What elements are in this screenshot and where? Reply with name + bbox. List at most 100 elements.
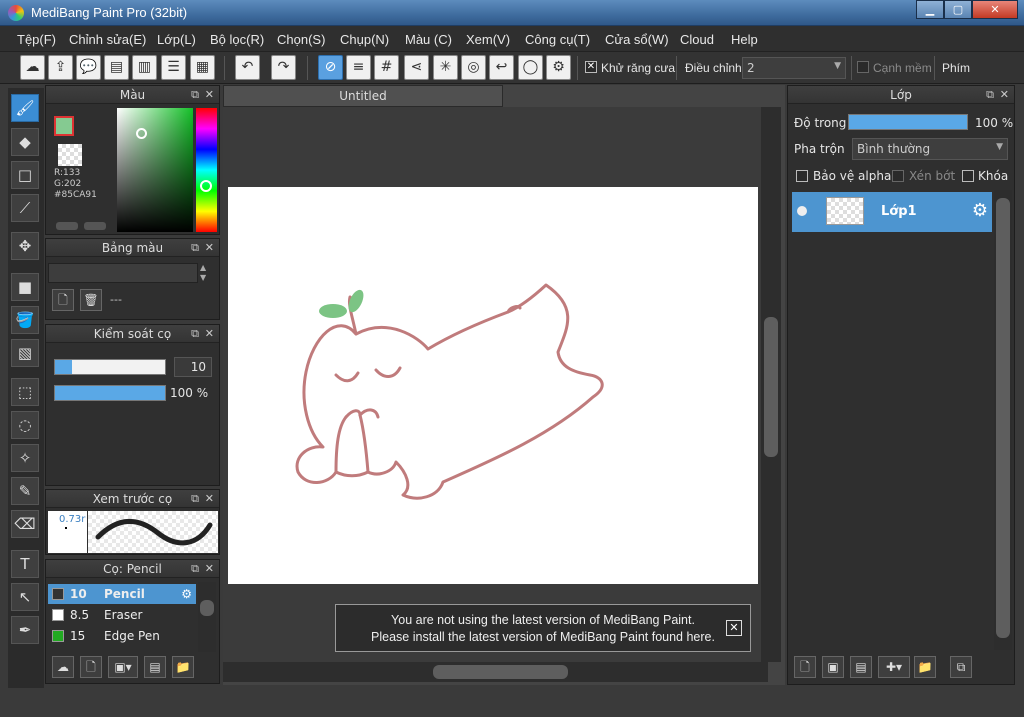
select-pen-tool-icon[interactable]: ✎ xyxy=(11,477,39,505)
delete-palette-icon[interactable]: 🗑 xyxy=(80,289,102,311)
eye-icon[interactable] xyxy=(797,206,807,216)
brush-opacity-slider[interactable] xyxy=(54,385,166,401)
protect-alpha-checkbox[interactable] xyxy=(796,170,808,182)
comment-icon[interactable]: ▤ xyxy=(104,55,129,80)
new-layer-icon[interactable]: 🗋 xyxy=(794,656,816,678)
cloud-brush-icon[interactable]: ☁ xyxy=(52,656,74,678)
menu-file[interactable]: Tệp(F) xyxy=(17,32,56,47)
gear-icon[interactable]: ⚙ xyxy=(181,584,192,604)
maximize-button[interactable]: ▢ xyxy=(944,0,972,19)
brush-tool-icon[interactable]: 🖌 xyxy=(11,94,39,122)
document-icon[interactable]: ▥ xyxy=(132,55,157,80)
rectangle-tool-icon[interactable]: □ xyxy=(11,161,39,189)
blend-mode-dropdown[interactable]: Bình thường ▼ xyxy=(852,138,1008,160)
new-palette-icon[interactable]: 🗋 xyxy=(52,289,74,311)
menu-edit[interactable]: Chỉnh sửa(E) xyxy=(69,32,146,47)
redo-icon[interactable]: ↷ xyxy=(271,55,296,80)
close-window-button[interactable]: ✕ xyxy=(972,0,1018,19)
add-layer-dropdown-icon[interactable]: ✚▾ xyxy=(878,656,910,678)
transparent-color-swatch[interactable] xyxy=(58,144,82,166)
saturation-value-picker[interactable] xyxy=(117,108,193,232)
update-notice[interactable]: You are not using the latest version of … xyxy=(335,604,751,652)
add-brush-dropdown-icon[interactable]: ▣▾ xyxy=(108,656,138,678)
document-viewport[interactable]: You are not using the latest version of … xyxy=(223,107,768,672)
folder-icon[interactable]: 📁 xyxy=(172,656,194,678)
color-option-button[interactable] xyxy=(84,222,106,230)
brush-settings-icon[interactable]: ▤ xyxy=(144,656,166,678)
foreground-color-swatch[interactable] xyxy=(54,116,74,136)
radial-snap-icon[interactable]: ✳ xyxy=(433,55,458,80)
close-notice-icon[interactable]: ✕ xyxy=(726,620,742,636)
fill-shape-tool-icon[interactable]: ■ xyxy=(11,273,39,301)
select-eraser-tool-icon[interactable]: ⌫ xyxy=(11,510,39,538)
lasso-tool-icon[interactable]: ◌ xyxy=(11,411,39,439)
parallel-snap-icon[interactable]: ≡ xyxy=(346,55,371,80)
grid-panel-icon[interactable]: ▦ xyxy=(190,55,215,80)
menu-filter[interactable]: Bộ lọc(R) xyxy=(210,32,264,47)
color-picker-cursor[interactable] xyxy=(136,128,147,139)
undo-icon[interactable]: ↶ xyxy=(235,55,260,80)
menu-view[interactable]: Xem(V) xyxy=(466,32,510,47)
brush-item-edge-pen[interactable]: 15 Edge Pen xyxy=(48,626,196,646)
menu-snap[interactable]: Chụp(N) xyxy=(340,32,389,47)
popout-icon[interactable]: ⧉ xyxy=(191,86,199,104)
menu-help[interactable]: Help xyxy=(731,32,758,47)
adjust-dropdown[interactable]: 2 ▼ xyxy=(742,57,846,79)
menu-tools[interactable]: Công cụ(T) xyxy=(525,32,590,47)
bucket-tool-icon[interactable]: 🪣 xyxy=(11,306,39,334)
popout-icon[interactable]: ⧉ xyxy=(191,239,199,257)
eraser-tool-icon[interactable]: ◆ xyxy=(11,128,39,156)
magic-wand-tool-icon[interactable]: ✧ xyxy=(11,444,39,472)
hue-slider[interactable] xyxy=(196,108,217,232)
popout-icon[interactable]: ⧉ xyxy=(191,490,199,508)
cloud-icon[interactable]: ☁ xyxy=(20,55,45,80)
text-tool-icon[interactable]: T xyxy=(11,550,39,578)
menu-layer[interactable]: Lớp(L) xyxy=(157,32,196,47)
palette-spinner[interactable]: ▲ ▼ xyxy=(200,263,206,283)
brush-size-input[interactable]: 10 xyxy=(174,357,212,377)
close-icon[interactable]: ✕ xyxy=(205,325,214,343)
minimize-button[interactable]: ▁ xyxy=(916,0,944,19)
lock-checkbox[interactable] xyxy=(962,170,974,182)
folder-icon[interactable]: 📁 xyxy=(914,656,936,678)
brush-size-slider[interactable] xyxy=(54,359,166,375)
drawing-canvas[interactable] xyxy=(228,187,758,584)
ellipse-snap-icon[interactable]: ◯ xyxy=(518,55,543,80)
new-color-layer-icon[interactable]: ▣ xyxy=(822,656,844,678)
new-halftone-layer-icon[interactable]: ▤ xyxy=(850,656,872,678)
upload-icon[interactable]: ⇪ xyxy=(48,55,73,80)
eyedropper-tool-icon[interactable]: ✒ xyxy=(11,616,39,644)
close-icon[interactable]: ✕ xyxy=(1000,86,1009,104)
palette-selector[interactable] xyxy=(48,263,198,283)
brush-item-eraser[interactable]: 8.5 Eraser xyxy=(48,605,196,625)
new-brush-icon[interactable]: 🗋 xyxy=(80,656,102,678)
close-icon[interactable]: ✕ xyxy=(205,86,214,104)
duplicate-layer-icon[interactable]: ⧉ xyxy=(950,656,972,678)
canvas-vertical-scrollbar[interactable] xyxy=(761,107,781,662)
layer-scrollbar[interactable] xyxy=(994,190,1012,650)
gear-icon[interactable]: ⚙ xyxy=(972,200,988,221)
popout-icon[interactable]: ⧉ xyxy=(191,325,199,343)
menu-color[interactable]: Màu (C) xyxy=(405,32,452,47)
color-mode-button[interactable] xyxy=(56,222,78,230)
gradient-tool-icon[interactable]: ▧ xyxy=(11,339,39,367)
snap-off-icon[interactable]: ⊘ xyxy=(318,55,343,80)
move-tool-icon[interactable]: ✥ xyxy=(11,232,39,260)
layer-opacity-slider[interactable] xyxy=(848,114,968,130)
popout-icon[interactable]: ⧉ xyxy=(986,86,994,104)
canvas-horizontal-scrollbar[interactable] xyxy=(223,662,768,682)
soft-edge-checkbox[interactable] xyxy=(857,61,869,73)
speech-bubble-icon[interactable]: 💬 xyxy=(76,55,101,80)
clip-checkbox[interactable] xyxy=(892,170,904,182)
menu-window[interactable]: Cửa sổ(W) xyxy=(605,32,669,47)
menu-select[interactable]: Chọn(S) xyxy=(277,32,325,47)
popout-icon[interactable]: ⧉ xyxy=(191,560,199,578)
list-icon[interactable]: ☰ xyxy=(161,55,186,80)
keys-label[interactable]: Phím xyxy=(942,61,970,75)
select-rect-tool-icon[interactable]: ⬚ xyxy=(11,378,39,406)
close-icon[interactable]: ✕ xyxy=(205,560,214,578)
curve-snap-icon[interactable]: ↩ xyxy=(489,55,514,80)
cross-snap-icon[interactable]: # xyxy=(374,55,399,80)
document-tab[interactable]: Untitled xyxy=(223,85,503,107)
brush-item-pencil[interactable]: 10 Pencil ⚙ xyxy=(48,584,196,604)
